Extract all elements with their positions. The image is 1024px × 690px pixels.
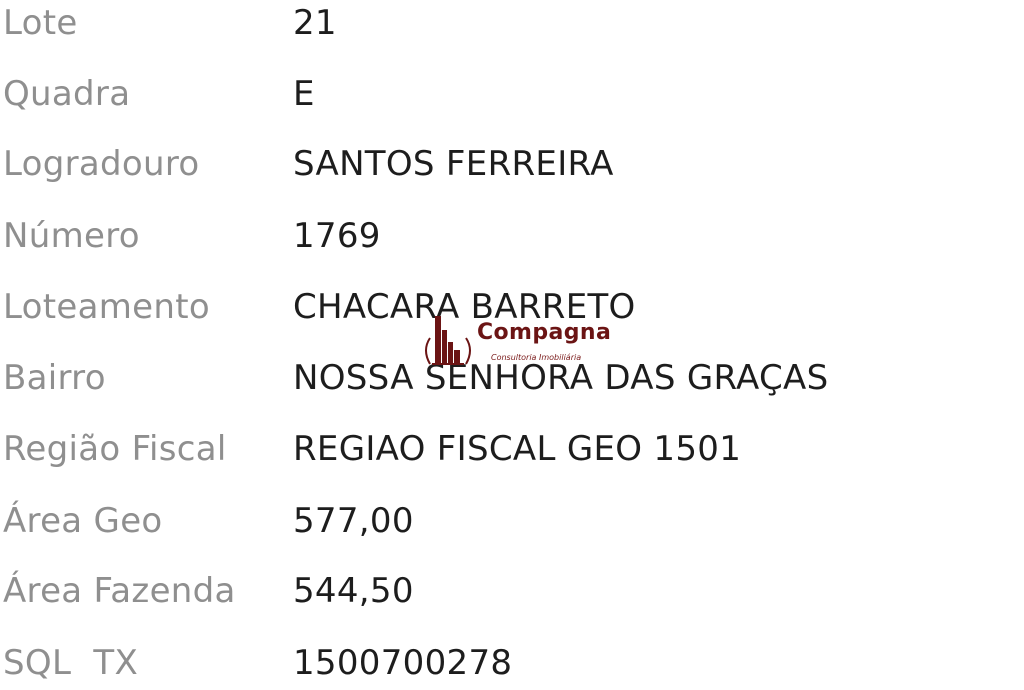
building-logo-icon [425, 316, 471, 365]
field-row-regiao-fiscal: Região Fiscal REGIAO FISCAL GEO 1501 [0, 426, 1024, 476]
field-label: Área Geo [3, 501, 163, 541]
field-label: Número [3, 216, 140, 256]
watermark-tagline: Consultoria Imobiliária [491, 353, 582, 362]
field-value: 1769 [293, 216, 381, 256]
field-row-numero: Número 1769 [0, 213, 1024, 263]
field-value: SANTOS FERREIRA [293, 144, 614, 184]
field-value: REGIAO FISCAL GEO 1501 [293, 429, 742, 469]
field-value: 21 [293, 3, 337, 43]
field-label: Lote [3, 3, 78, 43]
field-label: Loteamento [3, 287, 210, 327]
field-row-lote: Lote 21 [0, 0, 1024, 50]
field-row-area-fazenda: Área Fazenda 544,50 [0, 568, 1024, 618]
field-row-area-geo: Área Geo 577,00 [0, 498, 1024, 548]
field-label: Região Fiscal [3, 429, 227, 469]
field-label: Área Fazenda [3, 571, 236, 611]
compagna-watermark-logo: Compagna Consultoria Imobiliária [420, 312, 620, 368]
field-value: E [293, 74, 315, 114]
field-value: 544,50 [293, 571, 414, 611]
field-value: 577,00 [293, 501, 414, 541]
field-row-logradouro: Logradouro SANTOS FERREIRA [0, 141, 1024, 191]
field-label: Bairro [3, 358, 106, 398]
field-value: 1500700278 [293, 643, 513, 683]
field-label: Logradouro [3, 144, 200, 184]
field-label: Quadra [3, 74, 131, 114]
field-label: SQL TX [3, 643, 139, 683]
field-row-quadra: Quadra E [0, 71, 1024, 121]
watermark-brand-name: Compagna [477, 320, 612, 345]
